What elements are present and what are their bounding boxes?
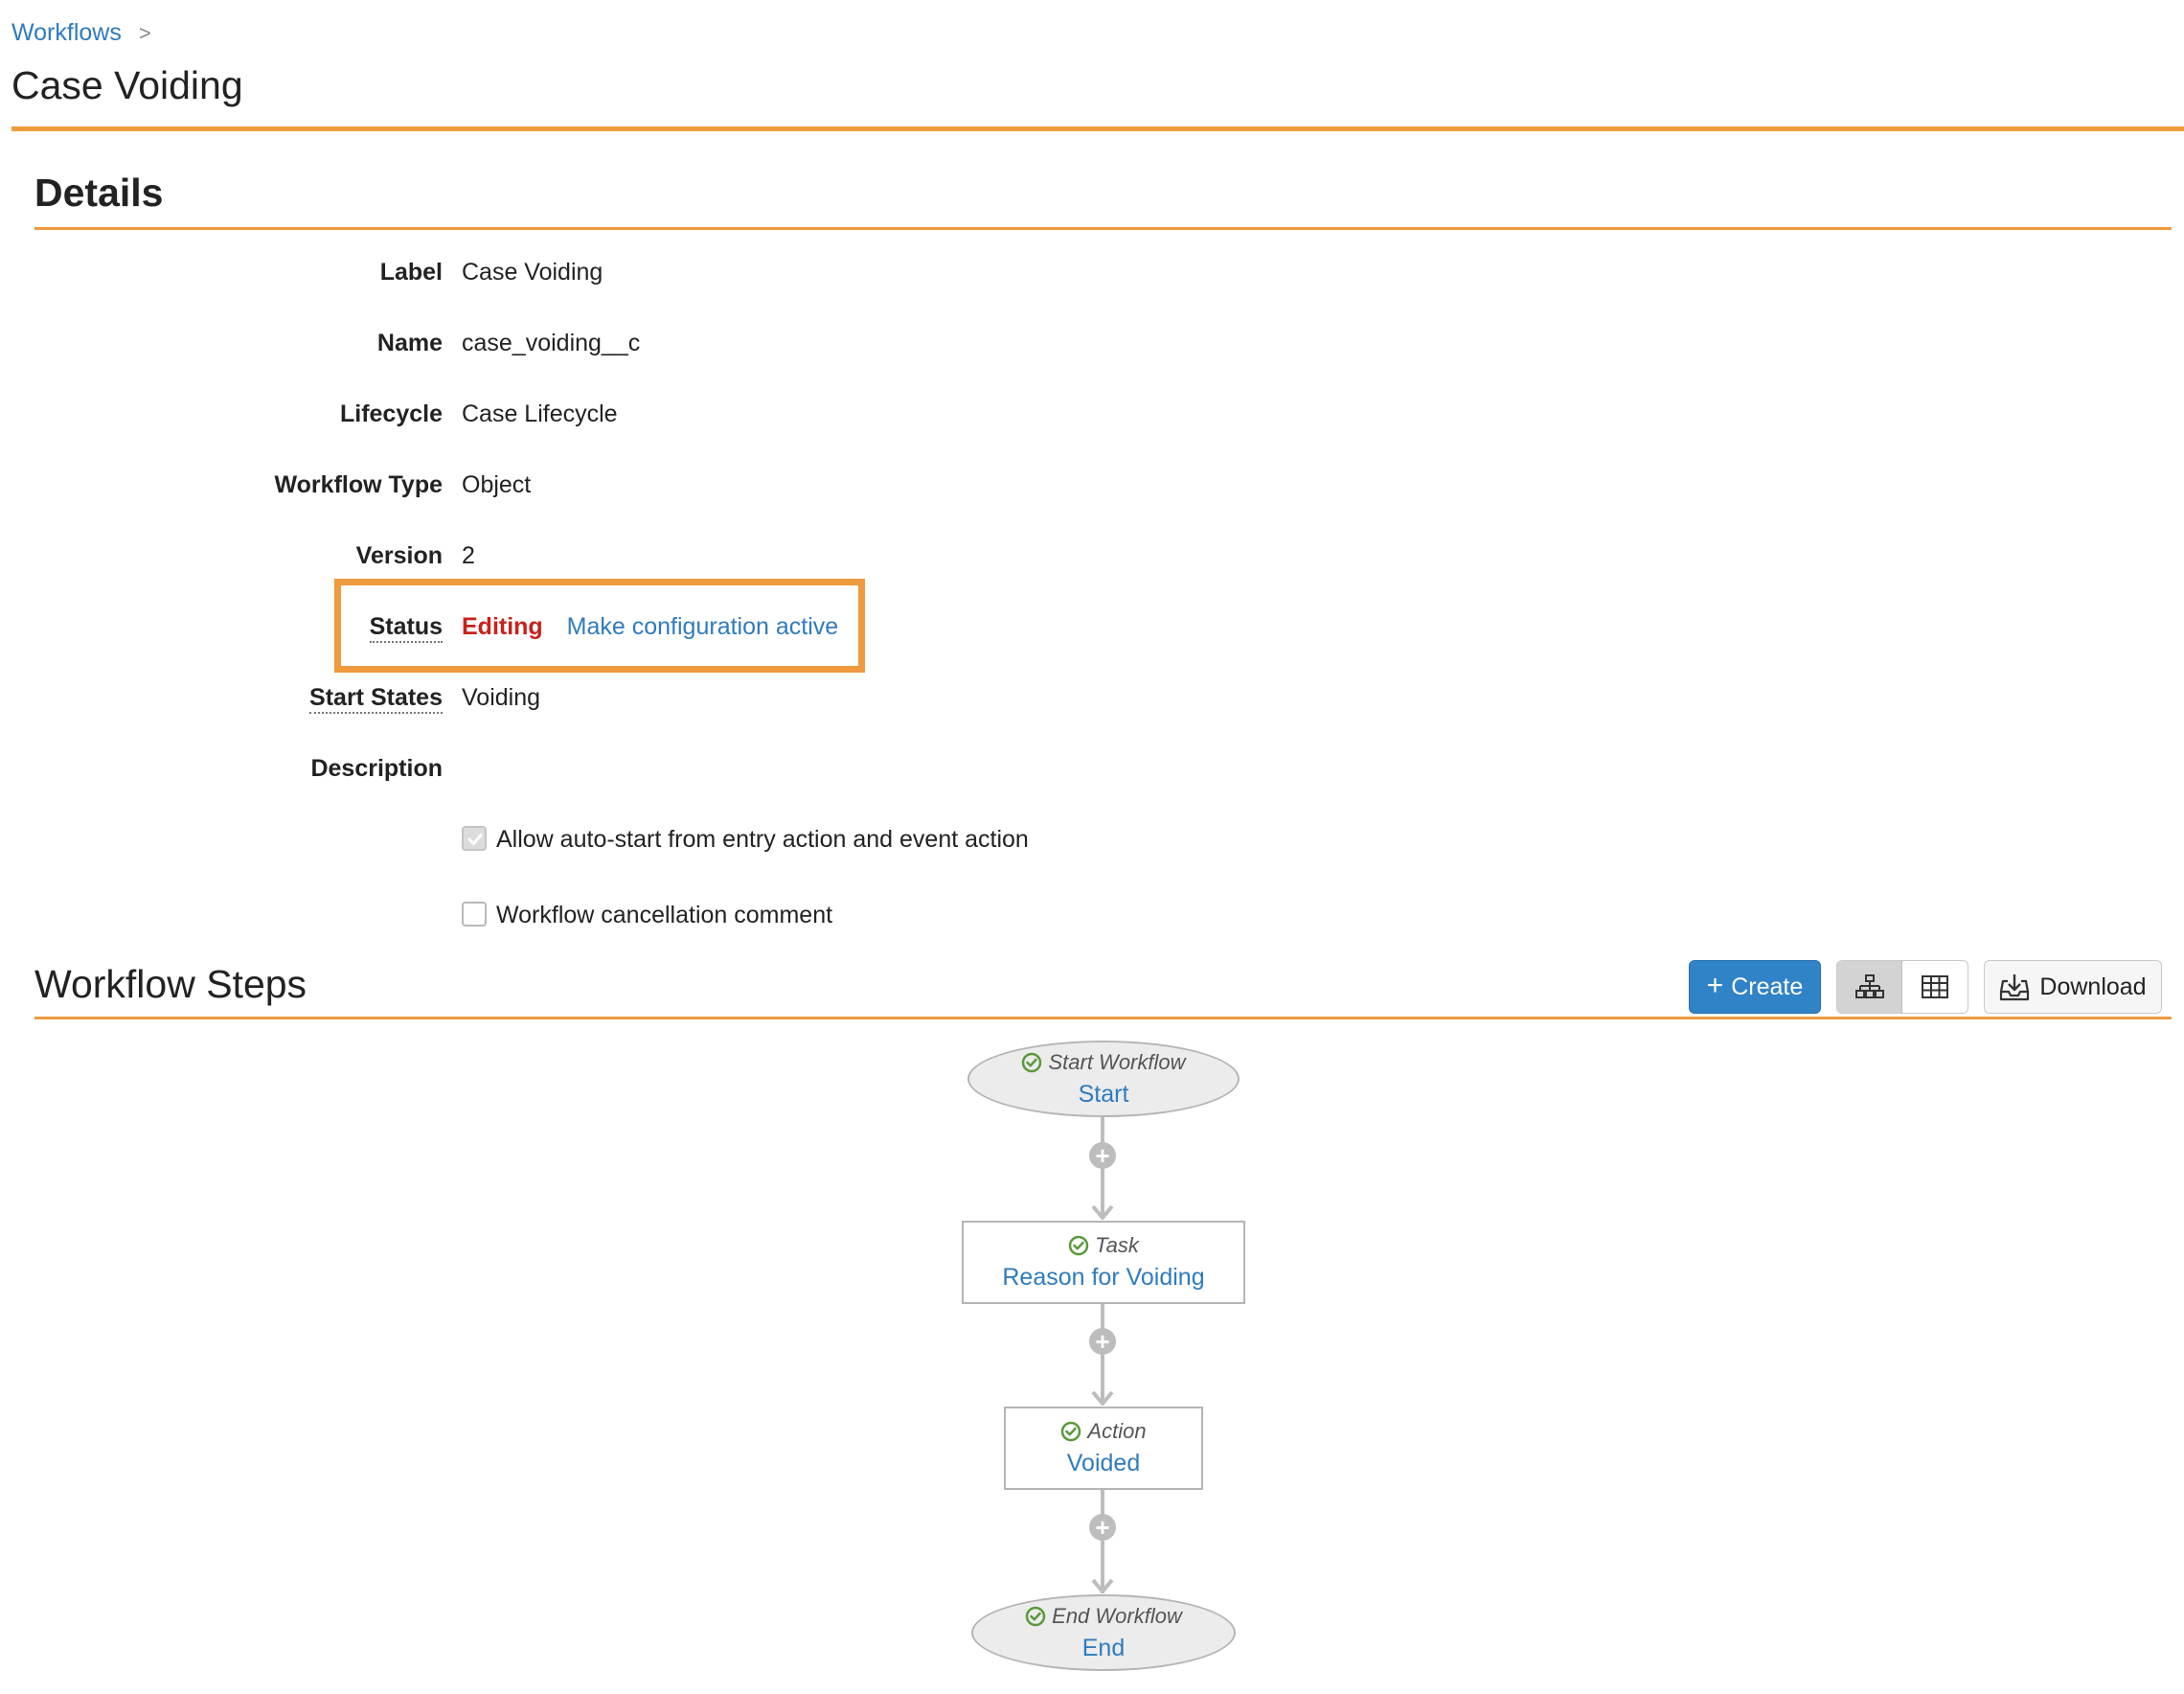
start-workflow-type: Start Workflow	[1021, 1049, 1186, 1075]
start-workflow-node[interactable]: Start Workflow Start	[967, 1041, 1240, 1117]
make-configuration-active-link[interactable]: Make configuration active	[567, 613, 838, 640]
arrow-down-icon	[1091, 1578, 1114, 1593]
start-step-link[interactable]: Start	[1079, 1081, 1129, 1109]
status-label-text: Status	[369, 613, 443, 643]
auto-start-checkbox[interactable]	[462, 826, 487, 851]
workflow-steps-divider	[34, 1017, 2172, 1019]
end-workflow-type: End Workflow	[1025, 1604, 1182, 1629]
cancellation-comment-checkbox[interactable]	[462, 902, 487, 927]
create-button-label: Create	[1731, 973, 1804, 1000]
breadcrumb-workflows-link[interactable]: Workflows	[11, 19, 122, 46]
breadcrumb: Workflows >	[11, 19, 151, 47]
grid-icon	[1922, 975, 1948, 998]
create-button[interactable]: + Create	[1689, 960, 1821, 1014]
status-field-label: Status	[369, 613, 443, 643]
status-field-value: Editing Make configuration active	[462, 613, 838, 641]
page-title: Case Voiding	[11, 63, 243, 107]
plus-circle-icon[interactable]: +	[1089, 1328, 1116, 1355]
lifecycle-field-label: Lifecycle	[339, 401, 443, 427]
start-states-label-text: Start States	[309, 684, 443, 714]
workflow-steps-title: Workflow Steps	[34, 962, 307, 1006]
download-icon	[2000, 974, 2030, 1001]
check-circle-icon	[1068, 1235, 1089, 1256]
title-divider	[11, 126, 2184, 131]
tree-view-button[interactable]	[1837, 961, 1902, 1013]
details-section-title: Details	[34, 171, 164, 215]
lifecycle-link[interactable]: Case Lifecycle	[462, 401, 618, 428]
end-workflow-node[interactable]: End Workflow End	[971, 1594, 1236, 1671]
action-type-label: Action	[1087, 1419, 1147, 1443]
plus-circle-icon[interactable]: +	[1089, 1142, 1116, 1169]
task-node[interactable]: Task Reason for Voiding	[962, 1221, 1245, 1304]
arrow-down-icon	[1091, 1390, 1114, 1406]
label-field-label: Label	[379, 259, 443, 286]
end-workflow-type-label: End Workflow	[1052, 1603, 1182, 1628]
start-states-field-label: Start States	[309, 684, 443, 714]
plus-circle-icon[interactable]: +	[1089, 1514, 1116, 1541]
name-field-value: case_voiding__c	[462, 330, 641, 356]
check-circle-icon	[1022, 1052, 1042, 1072]
cancellation-comment-label: Workflow cancellation comment	[496, 902, 833, 928]
reason-for-voiding-link[interactable]: Reason for Voiding	[1002, 1264, 1204, 1292]
table-view-button[interactable]	[1902, 961, 1968, 1013]
workflow-type-field-value: Object	[462, 471, 532, 498]
label-field-value: Case Voiding	[462, 259, 603, 286]
status-badge: Editing	[462, 613, 543, 640]
download-button[interactable]: Download	[1984, 960, 2162, 1014]
start-workflow-type-label: Start Workflow	[1048, 1049, 1186, 1074]
check-circle-icon	[1025, 1606, 1046, 1626]
download-button-label: Download	[2039, 973, 2147, 1000]
end-step-link[interactable]: End	[1082, 1635, 1125, 1662]
auto-start-label: Allow auto-start from entry action and e…	[496, 826, 1029, 853]
hierarchy-icon	[1854, 974, 1884, 998]
voided-link[interactable]: Voided	[1067, 1450, 1140, 1477]
name-field-label: Name	[376, 330, 443, 356]
action-type: Action	[1060, 1419, 1147, 1444]
start-states-link[interactable]: Voiding	[462, 684, 540, 712]
check-circle-icon	[1061, 1421, 1081, 1442]
plus-icon: +	[1706, 969, 1724, 1001]
version-field-label: Version	[355, 542, 443, 569]
action-node[interactable]: Action Voided	[1004, 1407, 1203, 1490]
breadcrumb-separator: >	[138, 21, 151, 45]
task-type-label: Task	[1095, 1233, 1139, 1257]
version-field-value: 2	[462, 542, 475, 569]
view-toggle-group	[1836, 960, 1968, 1014]
workflow-type-field-label: Workflow Type	[274, 471, 443, 498]
description-field-label: Description	[310, 755, 443, 782]
task-type: Task	[1068, 1233, 1139, 1258]
details-divider	[34, 227, 2172, 230]
arrow-down-icon	[1091, 1204, 1114, 1220]
checkmark-icon	[467, 834, 483, 845]
